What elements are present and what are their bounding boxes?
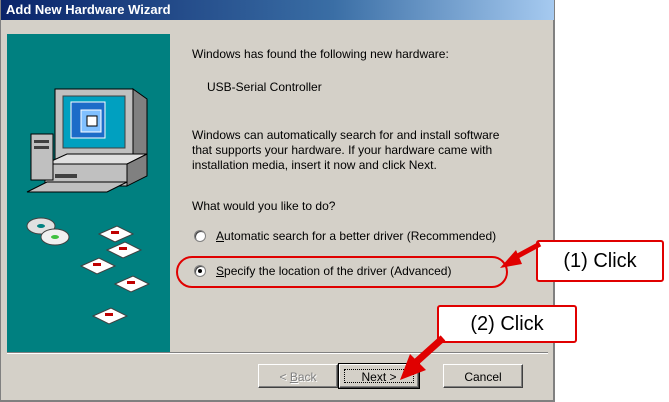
- description-line-3: installation media, insert it now and cl…: [192, 158, 437, 172]
- callout-click-2: (2) Click: [437, 305, 577, 343]
- next-button[interactable]: Next >: [338, 363, 420, 389]
- computer-and-disks-icon: [26, 88, 151, 325]
- description-line-2: that supports your hardware. If your har…: [192, 143, 493, 157]
- callout-click-1: (1) Click: [536, 240, 664, 282]
- back-button[interactable]: < Back: [258, 364, 338, 388]
- device-name: USB-Serial Controller: [207, 80, 322, 94]
- highlight-ring: [176, 256, 508, 288]
- window-title: Add New Hardware Wizard: [1, 0, 554, 20]
- question-text: What would you like to do?: [192, 199, 336, 213]
- option-automatic-search[interactable]: Automatic search for a better driver (Re…: [194, 229, 534, 245]
- cancel-button[interactable]: Cancel: [443, 364, 523, 388]
- automatic-search-label[interactable]: Automatic search for a better driver (Re…: [216, 229, 496, 243]
- wizard-illustration: [7, 34, 170, 352]
- automatic-search-radio[interactable]: [194, 230, 206, 242]
- found-hardware-text: Windows has found the following new hard…: [192, 47, 449, 61]
- button-separator: [7, 352, 548, 354]
- description-line-1: Windows can automatically search for and…: [192, 128, 500, 142]
